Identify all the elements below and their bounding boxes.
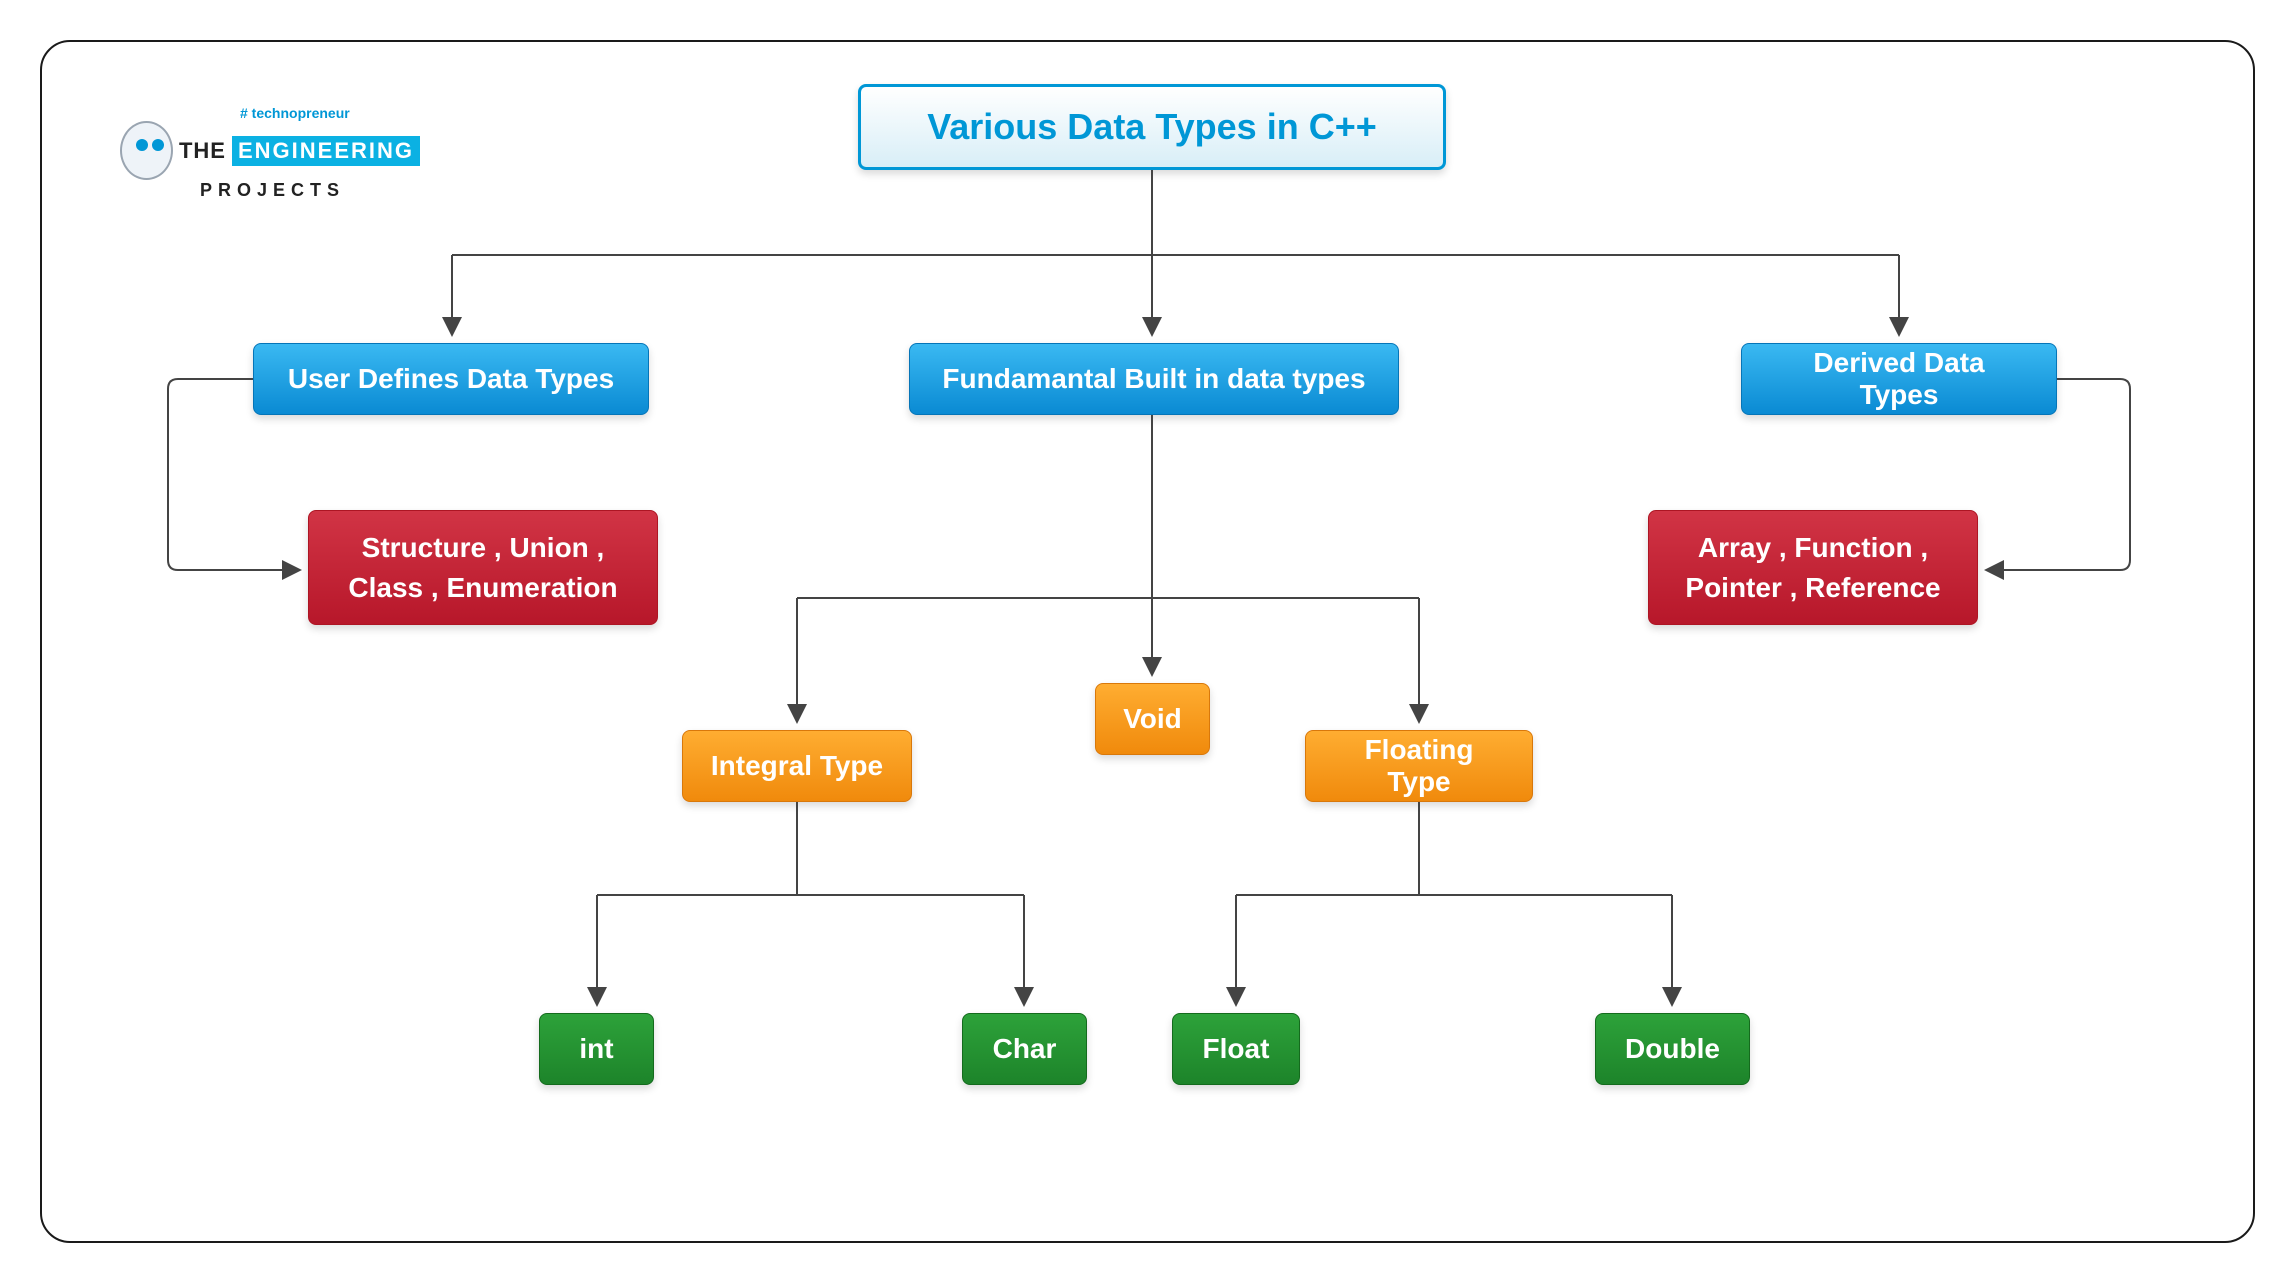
node-derived: Derived Data Types	[1741, 343, 2057, 415]
node-user-defines: User Defines Data Types	[253, 343, 649, 415]
node-fundamental: Fundamantal Built in data types	[909, 343, 1399, 415]
logo-projects: PROJECTS	[200, 180, 420, 201]
node-void: Void	[1095, 683, 1210, 755]
logo-hashtag: # technopreneur	[240, 105, 420, 121]
diagram-frame	[40, 40, 2255, 1243]
node-floating: Floating Type	[1305, 730, 1533, 802]
node-double: Double	[1595, 1013, 1750, 1085]
logo: # technopreneur THE ENGINEERING PROJECTS	[120, 105, 420, 201]
node-user-items: Structure , Union , Class , Enumeration	[308, 510, 658, 625]
node-integral: Integral Type	[682, 730, 912, 802]
robot-icon	[120, 121, 173, 180]
logo-the: THE	[179, 138, 226, 164]
node-derived-items: Array , Function , Pointer , Reference	[1648, 510, 1978, 625]
node-char: Char	[962, 1013, 1087, 1085]
node-int: int	[539, 1013, 654, 1085]
node-title: Various Data Types in C++	[858, 84, 1446, 170]
logo-engineering: ENGINEERING	[232, 136, 420, 166]
node-float: Float	[1172, 1013, 1300, 1085]
